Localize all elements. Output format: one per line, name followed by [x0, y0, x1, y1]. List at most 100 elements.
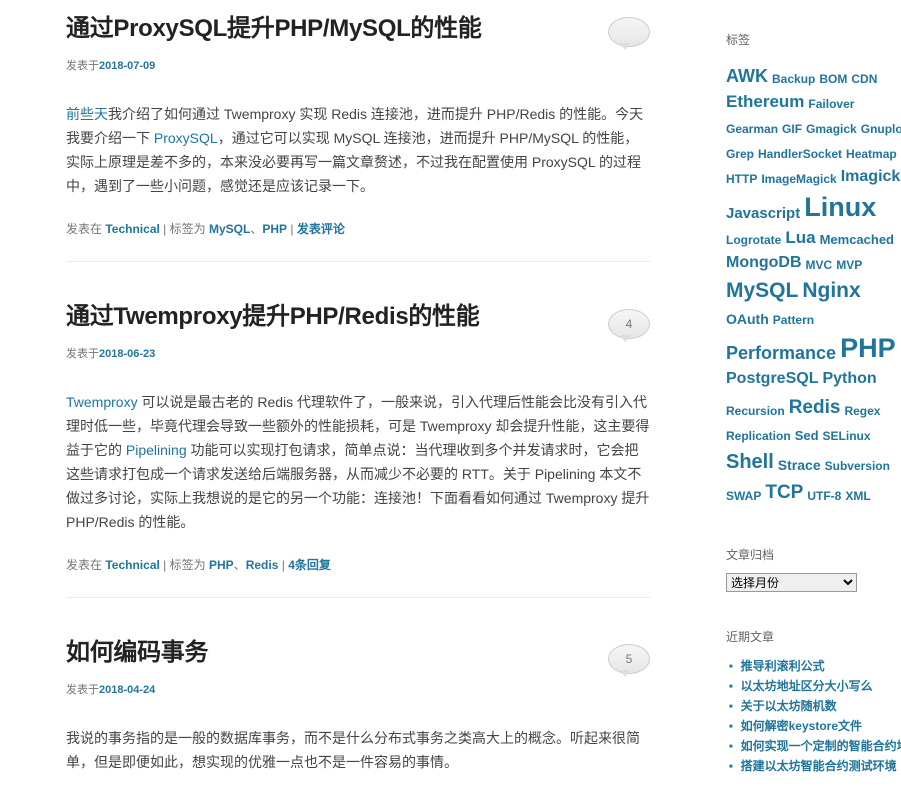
tag-cloud-link[interactable]: Pattern: [773, 314, 814, 326]
post-date[interactable]: 2018-06-23: [99, 348, 155, 360]
tag-cloud-link[interactable]: Failover: [808, 98, 854, 110]
tag-cloud-row: Replication Sed SELinux: [726, 417, 901, 442]
tag-cloud-link[interactable]: XML: [845, 490, 870, 502]
tag-cloud-link[interactable]: Strace: [778, 458, 821, 472]
comment-bubble-icon[interactable]: 4: [608, 309, 650, 342]
post-excerpt: 我说的事务指的是一般的数据库事务，而不是什么分布式事务之类高大上的概念。听起来很…: [66, 726, 650, 774]
tag-cloud-link[interactable]: Grep: [726, 148, 754, 160]
tag-link[interactable]: PHP: [209, 558, 234, 572]
recent-post-item: 搭建以太坊智能合约测试环境: [726, 757, 901, 777]
comment-bubble-icon[interactable]: [608, 17, 650, 50]
tag-cloud-link[interactable]: Regex: [844, 405, 880, 417]
tag-cloud-link[interactable]: AWK: [726, 67, 768, 85]
recent-post-link[interactable]: 关于以太坊随机数: [741, 699, 837, 713]
excerpt-link[interactable]: 前些天: [66, 106, 108, 122]
tag-cloud-link[interactable]: MVP: [836, 259, 862, 271]
tag-cloud-row: OAuth Pattern: [726, 301, 901, 326]
post-title[interactable]: 通过Twemproxy提升PHP/Redis的性能: [66, 301, 650, 333]
tag-cloud-link[interactable]: Ethereum: [726, 93, 804, 110]
recent-post-link[interactable]: 以太坊地址区分大小写么: [741, 679, 873, 693]
post-meta: 发表于2018-06-23: [66, 345, 650, 361]
comment-bubble-icon[interactable]: 5: [608, 644, 650, 677]
comment-link[interactable]: 4条回复: [288, 558, 331, 572]
tag-cloud-link[interactable]: TCP: [765, 483, 803, 502]
tag-cloud-link[interactable]: Gnuplot: [861, 123, 901, 135]
tag-cloud-link[interactable]: Memcached: [820, 233, 894, 246]
tag-cloud-link[interactable]: Subversion: [825, 460, 890, 472]
tagged-label: 标签为: [169, 222, 206, 236]
recent-post-link[interactable]: 如何实现一个定制的智能合约地址: [741, 739, 901, 753]
tag-cloud-link[interactable]: OAuth: [726, 312, 769, 326]
comment-link[interactable]: 发表评论: [297, 222, 345, 236]
tag-cloud-link[interactable]: Javascript: [726, 206, 800, 221]
tag-cloud-row: HTTP ImageMagick Imagick: [726, 160, 901, 186]
post-date[interactable]: 2018-07-09: [99, 60, 155, 72]
tag-cloud-row: Javascript Linux: [726, 185, 901, 222]
tag-cloud-link[interactable]: Linux: [804, 194, 876, 221]
post-date[interactable]: 2018-04-24: [99, 684, 155, 696]
tag-cloud-link[interactable]: Performance: [726, 344, 836, 362]
tag-cloud-link[interactable]: MySQL: [726, 280, 798, 301]
meta-prefix: 发表于: [66, 684, 99, 696]
tag-cloud-link[interactable]: HandlerSocket: [758, 148, 842, 160]
posted-in-label: 发表在: [66, 558, 103, 572]
tag-cloud-link[interactable]: PHP: [840, 335, 896, 362]
tag-cloud-link[interactable]: MongoDB: [726, 255, 802, 271]
tag-cloud-link[interactable]: Sed: [795, 429, 819, 442]
post-footer: 发表在 Technical | 标签为 MySQL、PHP | 发表评论: [66, 220, 650, 237]
tag-cloud-link[interactable]: HTTP: [726, 173, 757, 185]
tag-cloud-row: Ethereum Failover: [726, 85, 901, 110]
tag-link[interactable]: MySQL: [209, 222, 250, 236]
tag-cloud-row: MongoDB MVC MVP: [726, 246, 901, 272]
tag-cloud-link[interactable]: Replication: [726, 430, 791, 442]
tag-cloud-link[interactable]: Redis: [789, 398, 841, 417]
tag-cloud-link[interactable]: Gearman: [726, 123, 778, 135]
tag-cloud-link[interactable]: UTF-8: [807, 490, 841, 502]
tag-cloud-link[interactable]: GIF: [782, 123, 802, 135]
footer-separator: |: [290, 222, 294, 236]
excerpt-text: 我说的事务指的是一般的数据库事务，而不是什么分布式事务之类高大上的概念。听起来很…: [66, 730, 640, 770]
category-link[interactable]: Technical: [105, 558, 159, 572]
recent-post-link[interactable]: 推导利滚利公式: [741, 659, 825, 673]
tag-link[interactable]: Redis: [246, 558, 279, 572]
tag-cloud-link[interactable]: Shell: [726, 452, 774, 472]
sidebar: 标签 AWK Backup BOM CDN Ethereum Failover Gearma…: [726, 0, 901, 777]
post-footer: 发表在 Technical | 标签为 PHP、Redis | 4条回复: [66, 556, 650, 573]
recent-post-link[interactable]: 如何解密keystore文件: [741, 719, 862, 733]
tag-cloud-link[interactable]: BOM: [819, 73, 847, 85]
tag-cloud-link[interactable]: SWAP: [726, 490, 761, 502]
tag-cloud-link[interactable]: Recursion: [726, 405, 785, 417]
tag-cloud-link[interactable]: CDN: [851, 73, 877, 85]
excerpt-link[interactable]: Pipelining: [126, 442, 187, 458]
tag-cloud-link[interactable]: Gmagick: [806, 123, 857, 135]
tag-separator: 、: [233, 558, 246, 572]
tag-cloud-link[interactable]: Nginx: [802, 280, 860, 301]
tag-cloud-row: AWK Backup BOM CDN: [726, 60, 901, 85]
tag-cloud-row: Gearman GIF Gmagick Gnuplot: [726, 110, 901, 135]
tag-cloud-link[interactable]: Imagick: [841, 169, 901, 185]
tag-cloud-link[interactable]: Logrotate: [726, 234, 781, 246]
post-title[interactable]: 通过ProxySQL提升PHP/MySQL的性能: [66, 13, 650, 45]
post: 通过ProxySQL提升PHP/MySQL的性能 发表于2018-07-09 前…: [66, 0, 650, 262]
excerpt-link[interactable]: Twemproxy: [66, 394, 138, 410]
tag-cloud-link[interactable]: MVC: [806, 259, 833, 271]
post-meta: 发表于2018-07-09: [66, 57, 650, 73]
archive-month-select[interactable]: 选择月份: [726, 573, 857, 592]
tag-link[interactable]: PHP: [262, 222, 287, 236]
post-title[interactable]: 如何编码事务: [66, 637, 650, 669]
tagged-label: 标签为: [169, 558, 206, 572]
tag-cloud-link[interactable]: Python: [822, 371, 876, 387]
excerpt-link[interactable]: ProxySQL: [154, 130, 218, 146]
tag-cloud-link[interactable]: Backup: [772, 73, 815, 85]
category-link[interactable]: Technical: [105, 222, 159, 236]
tag-cloud-link[interactable]: ImageMagick: [761, 173, 836, 185]
tag-cloud-link[interactable]: PostgreSQL: [726, 371, 818, 387]
tag-cloud-link[interactable]: Heatmap: [846, 148, 897, 160]
tag-cloud-link[interactable]: SELinux: [823, 430, 871, 442]
recent-post-link[interactable]: 搭建以太坊智能合约测试环境: [741, 759, 897, 773]
tag-cloud-row: Logrotate Lua Memcached: [726, 221, 901, 246]
recent-post-item: 如何解密keystore文件: [726, 717, 901, 737]
tag-cloud-row: Shell Strace Subversion: [726, 442, 901, 472]
tag-cloud-row: Recursion Redis Regex: [726, 387, 901, 417]
tag-cloud-link[interactable]: Lua: [785, 229, 815, 246]
